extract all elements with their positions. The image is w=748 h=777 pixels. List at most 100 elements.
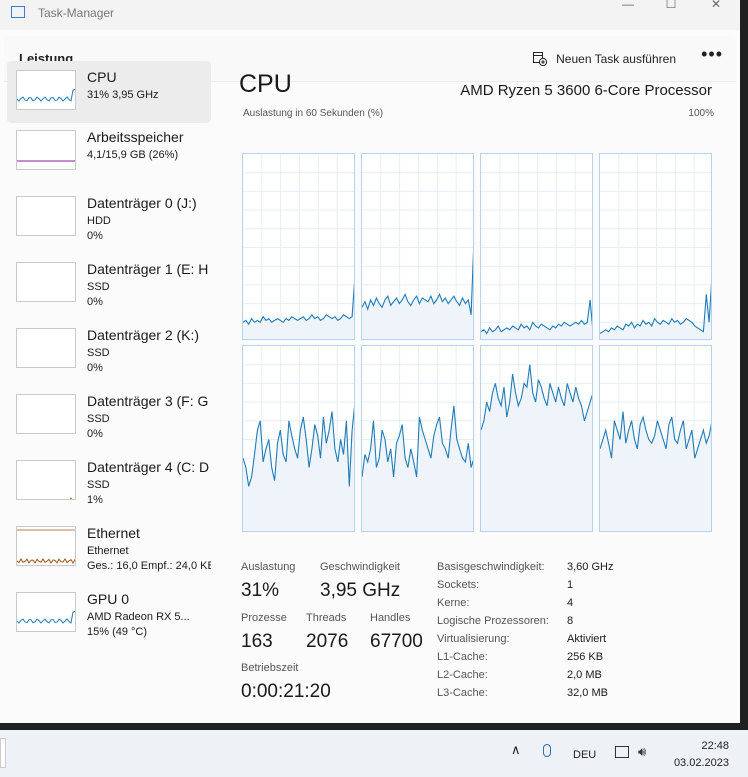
sidebar-item-disk-2[interactable]: Datenträger 2 (K:) SSD 0% [7,319,211,381]
detail-value: 2,0 MB [567,669,602,681]
sidebar-item-sub2: 0% [87,230,103,242]
processes-label: Prozesse [241,612,287,624]
threads-label: Threads [306,612,347,624]
close-button[interactable]: ✕ [704,0,728,12]
title-bar[interactable]: Task-Manager — ☐ ✕ [0,0,740,30]
detail-label: Virtualisierung: [437,633,510,645]
thumbnail-graph [17,197,76,236]
maximize-button[interactable]: ☐ [659,0,683,12]
processor-name: AMD Ryzen 5 3600 6-Core Processor [460,82,712,99]
thumbnail-graph [17,529,75,564]
sidebar-item-sub1: AMD Radeon RX 5... [87,611,190,623]
sidebar-item-sub1: SSD [87,281,110,293]
speed-label: Geschwindigkeit [320,561,401,573]
sidebar-item-cpu[interactable]: CPU 31% 3,95 GHz [7,61,211,123]
core-graph-svg [243,346,354,531]
thumbnail-graph [17,329,76,368]
thumbnail-graph [17,610,75,624]
thumbnail-line [17,88,75,102]
thumbnail-line [69,497,73,499]
core-graph-svg [362,346,473,531]
thumbnail-graph [17,263,76,302]
screen: Task-Manager — ☐ ✕ Leistung Neuen Task a… [0,0,748,777]
sidebar-thumbnail [16,130,76,170]
detail-value: 4 [567,597,574,609]
window-title: Task-Manager [38,6,115,20]
show-hidden-icons-icon[interactable]: ∧ [511,742,521,758]
core-graph-1 [361,153,474,340]
sidebar-thumbnail [16,328,76,368]
taskbar-app-edge[interactable] [0,738,6,768]
detail-label: L1-Cache: [437,651,488,663]
sidebar-item-gpu[interactable]: GPU 0 AMD Radeon RX 5... 15% (49 °C) [7,583,211,645]
sidebar-item-ethernet[interactable]: Ethernet Ethernet Ges.: 16,0 Empf.: 24,0 K… [7,517,211,579]
detail-value: 32,0 MB [567,687,608,699]
utilization-value: 31% [241,580,280,601]
sidebar-item-memory[interactable]: Arbeitsspeicher 4,1/15,9 GB (26%) [7,121,211,183]
detail-value: 8 [567,615,574,627]
core-graph-0 [242,153,355,340]
sidebar-item-name: Datenträger 1 (E: H [87,261,209,277]
sidebar-item-disk-1[interactable]: Datenträger 1 (E: H SSD 0% [7,253,211,315]
new-task-button[interactable]: Neuen Task ausführen [533,49,676,69]
detail-label: L3-Cache: [437,687,488,699]
sidebar-item-disk-4[interactable]: Datenträger 4 (C: D SSD 1% [7,451,211,513]
volume-icon[interactable]: 🔊︎ [638,744,646,760]
uptime-label: Betriebszeit [241,662,299,674]
sidebar-item-sub2: 0% [87,362,103,374]
thumbnail-graph [17,160,75,162]
graph-max-label: 100% [688,108,714,119]
handles-value: 67700 [370,631,423,652]
sidebar-item-sub1: SSD [87,347,110,359]
performance-sidebar: CPU 31% 3,95 GHz Arbeitsspeicher 4,1/15,9 G… [7,61,211,681]
detail-value: 1 [567,579,574,591]
sidebar-thumbnail [16,262,76,302]
detail-value: 3,60 GHz [567,561,614,573]
core-graph-svg [481,346,592,531]
sidebar-thumbnail [16,196,76,236]
sidebar-item-name: Arbeitsspeicher [87,129,184,145]
core-graph-svg [243,154,354,339]
network-icon[interactable] [615,746,629,758]
sidebar-item-name: GPU 0 [87,591,130,607]
sidebar-item-sub1: Ethernet [87,545,129,557]
thumbnail-graph [69,497,73,499]
sidebar-item-sub2: 0% [87,296,103,308]
input-language[interactable]: DEU [573,749,596,761]
utilization-label: Auslastung [241,561,296,573]
minimize-button[interactable]: — [616,0,640,12]
sidebar-item-name: Datenträger 0 (J:) [87,195,197,211]
clock-date[interactable]: 03.02.2023 [674,757,729,769]
sidebar-thumbnail [16,394,76,434]
sidebar-item-disk-3[interactable]: Datenträger 3 (F: G SSD 0% [7,385,211,447]
sidebar-item-sub1: 31% 3,95 GHz [87,89,159,101]
processes-value: 163 [241,631,273,652]
core-graph-5 [361,345,474,532]
detail-label: L2-Cache: [437,669,488,681]
clock-time[interactable]: 22:48 [701,740,729,752]
sidebar-item-name: CPU [87,69,117,85]
sidebar-item-disk-0[interactable]: Datenträger 0 (J:) HDD 0% [7,187,211,249]
detail-label: Kerne: [437,597,470,609]
core-graph-svg [600,154,711,339]
thumbnail-line [17,558,75,564]
sidebar-thumbnail [16,460,76,500]
sidebar-item-name: Datenträger 3 (F: G [87,393,209,409]
core-graph-2 [480,153,593,340]
detail-label: Basisgeschwindigkeit: [437,561,545,573]
sidebar-item-sub2: 1% [87,494,103,506]
task-manager-icon [11,6,25,18]
core-graph-3 [599,153,712,340]
more-options-button[interactable]: ••• [701,44,723,65]
sidebar-item-sub1: SSD [87,479,110,491]
detail-label: Sockets: [437,579,480,591]
sidebar-item-sub2: 0% [87,428,103,440]
core-graph-7 [599,345,712,532]
microphone-icon[interactable] [543,744,551,757]
sidebar-item-name: Datenträger 4 (C: D [87,459,210,475]
core-graph-6 [480,345,593,532]
taskbar: ∧ DEU 🔊︎ 22:48 03.02.2023 [0,730,748,777]
detail-label: Logische Prozessoren: [437,615,549,627]
thumbnail-line [17,610,75,624]
sidebar-item-sub1: HDD [87,215,111,227]
